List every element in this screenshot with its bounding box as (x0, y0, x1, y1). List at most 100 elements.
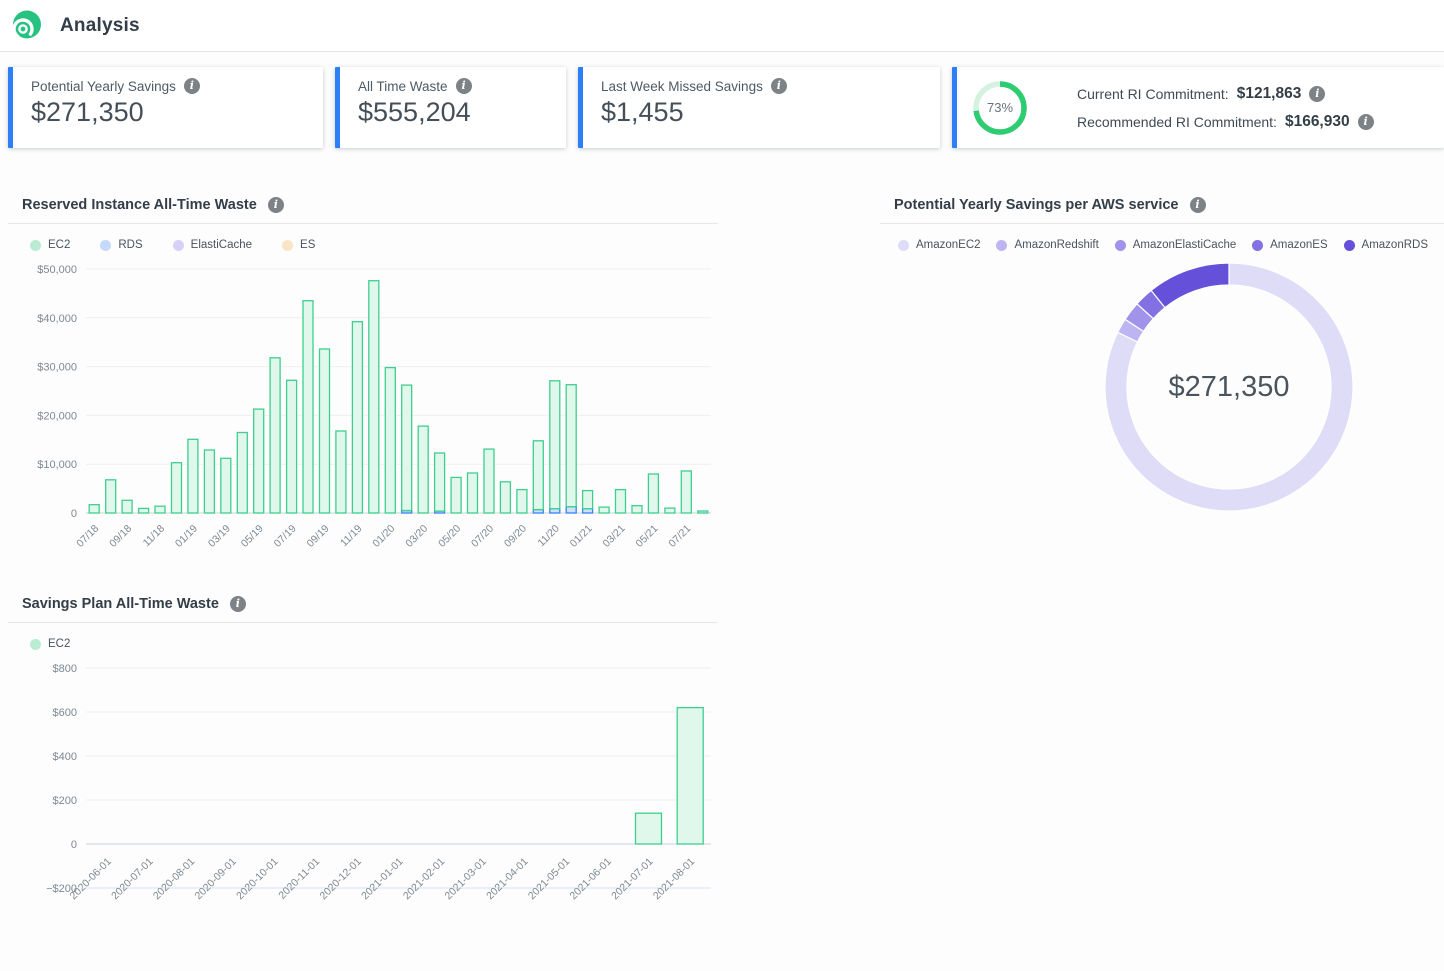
kpi-label: Last Week Missed Savings (601, 79, 763, 94)
svg-text:07/21: 07/21 (666, 523, 693, 550)
kpi-label: Potential Yearly Savings (31, 79, 176, 94)
legend-dot-icon (1115, 240, 1126, 251)
savings-donut-chart[interactable]: $271,350 (1104, 262, 1354, 512)
bar-ec2[interactable] (517, 490, 527, 513)
bar-ec2[interactable] (221, 458, 231, 513)
bar-ec2[interactable] (681, 471, 691, 513)
legend-item-ec2[interactable]: EC2 (30, 239, 70, 251)
legend-item-amazonelasticache[interactable]: AmazonElastiCache (1115, 239, 1237, 251)
bar-ec2[interactable] (204, 450, 214, 513)
bar-ec2[interactable] (287, 380, 297, 513)
legend-dot-icon (30, 240, 41, 251)
bar-ec2[interactable] (155, 506, 165, 513)
savings-plan-bar-chart[interactable]: $800$600$400$2000−$2002020-06-012020-07-… (8, 654, 718, 961)
svg-text:05/21: 05/21 (633, 523, 660, 550)
bar-ec2[interactable] (270, 358, 280, 513)
bar-ec2[interactable] (616, 490, 626, 513)
bar-ec2[interactable] (677, 708, 703, 844)
svg-text:11/19: 11/19 (338, 523, 365, 550)
legend-item-ec2[interactable]: EC2 (30, 638, 70, 650)
kpi-value: $271,350 (31, 97, 309, 128)
bar-ec2[interactable] (533, 441, 543, 510)
svg-text:2020-09-01: 2020-09-01 (192, 856, 239, 903)
bar-ec2[interactable] (665, 508, 675, 513)
legend-label: AmazonRDS (1362, 239, 1428, 251)
svg-text:2021-06-01: 2021-06-01 (567, 856, 614, 903)
bar-ec2[interactable] (484, 449, 494, 513)
svg-text:09/20: 09/20 (502, 523, 529, 550)
bar-ec2[interactable] (320, 349, 330, 513)
bar-ec2[interactable] (369, 281, 379, 513)
bar-ec2[interactable] (648, 474, 658, 513)
bar-ec2[interactable] (418, 426, 428, 513)
bar-ec2[interactable] (303, 301, 313, 513)
legend-item-amazonec2[interactable]: AmazonEC2 (898, 239, 981, 251)
svg-text:09/19: 09/19 (305, 523, 332, 550)
svg-text:07/18: 07/18 (74, 523, 101, 550)
bar-ec2[interactable] (632, 506, 642, 513)
legend-label: EC2 (48, 239, 70, 251)
svg-text:11/20: 11/20 (535, 523, 562, 550)
legend-dot-icon (282, 240, 293, 251)
bar-ec2[interactable] (89, 505, 99, 513)
panel-title: Savings Plan All-Time Waste (22, 596, 219, 612)
svg-text:$400: $400 (53, 751, 77, 763)
bar-ec2[interactable] (599, 507, 609, 513)
bar-ec2[interactable] (583, 491, 593, 509)
bar-ec2[interactable] (402, 385, 412, 510)
info-icon[interactable] (771, 78, 787, 94)
spot-logo-icon (10, 9, 44, 43)
bar-ec2[interactable] (188, 439, 198, 513)
page-title: Analysis (60, 15, 140, 37)
kpi-card-potential-yearly-savings: Potential Yearly Savings $271,350 (8, 67, 323, 148)
info-icon[interactable] (456, 78, 472, 94)
legend-item-rds[interactable]: RDS (100, 239, 142, 251)
bar-ec2[interactable] (451, 477, 461, 513)
info-icon[interactable] (1358, 114, 1374, 130)
svg-text:01/19: 01/19 (173, 523, 200, 550)
info-icon[interactable] (1309, 86, 1325, 102)
bars[interactable] (89, 281, 708, 513)
panel-savings-per-service: Potential Yearly Savings per AWS service… (880, 185, 1444, 512)
bar-ec2[interactable] (468, 473, 478, 513)
header: Analysis (0, 0, 1444, 52)
bar-ec2[interactable] (139, 508, 149, 513)
bar-ec2[interactable] (352, 322, 362, 513)
bars[interactable] (636, 708, 704, 844)
legend-item-es[interactable]: ES (282, 239, 315, 251)
kpi-card-ri-commitment: 73% Current RI Commitment: $121,863 Reco… (952, 67, 1444, 148)
legend-item-amazonredshift[interactable]: AmazonRedshift (996, 239, 1098, 251)
info-icon[interactable] (184, 78, 200, 94)
donut-center-value: $271,350 (1104, 262, 1354, 512)
svg-text:05/19: 05/19 (239, 523, 266, 550)
legend-dot-icon (996, 240, 1007, 251)
info-icon[interactable] (1190, 197, 1206, 213)
bar-ec2[interactable] (500, 482, 510, 513)
legend-item-amazonrds[interactable]: AmazonRDS (1344, 239, 1428, 251)
bar-ec2[interactable] (550, 381, 560, 509)
bar-ec2[interactable] (336, 431, 346, 513)
bar-ec2[interactable] (698, 511, 708, 513)
info-icon[interactable] (268, 197, 284, 213)
legend-label: AmazonElastiCache (1133, 239, 1237, 251)
bar-ec2[interactable] (172, 463, 182, 513)
bar-ec2[interactable] (106, 480, 116, 513)
svg-text:2020-10-01: 2020-10-01 (234, 856, 281, 903)
bar-ec2[interactable] (566, 385, 576, 507)
bar-ec2[interactable] (237, 433, 247, 514)
legend-label: AmazonEC2 (916, 239, 981, 251)
svg-text:2020-12-01: 2020-12-01 (317, 856, 364, 903)
svg-text:2020-07-01: 2020-07-01 (109, 856, 156, 903)
bar-ec2[interactable] (435, 453, 445, 511)
bar-ec2[interactable] (122, 500, 132, 513)
legend-item-elasticache[interactable]: ElastiCache (173, 239, 252, 251)
commit-label: Recommended RI Commitment: (1077, 114, 1277, 130)
ri-waste-bar-chart[interactable]: $50,000$40,000$30,000$20,000$10,000007/1… (8, 255, 718, 605)
legend-item-amazones[interactable]: AmazonES (1252, 239, 1328, 251)
bar-rds[interactable] (566, 507, 576, 513)
info-icon[interactable] (230, 596, 246, 612)
svg-text:$20,000: $20,000 (37, 410, 77, 422)
bar-ec2[interactable] (385, 368, 395, 513)
bar-ec2[interactable] (636, 813, 662, 844)
bar-ec2[interactable] (254, 409, 264, 513)
